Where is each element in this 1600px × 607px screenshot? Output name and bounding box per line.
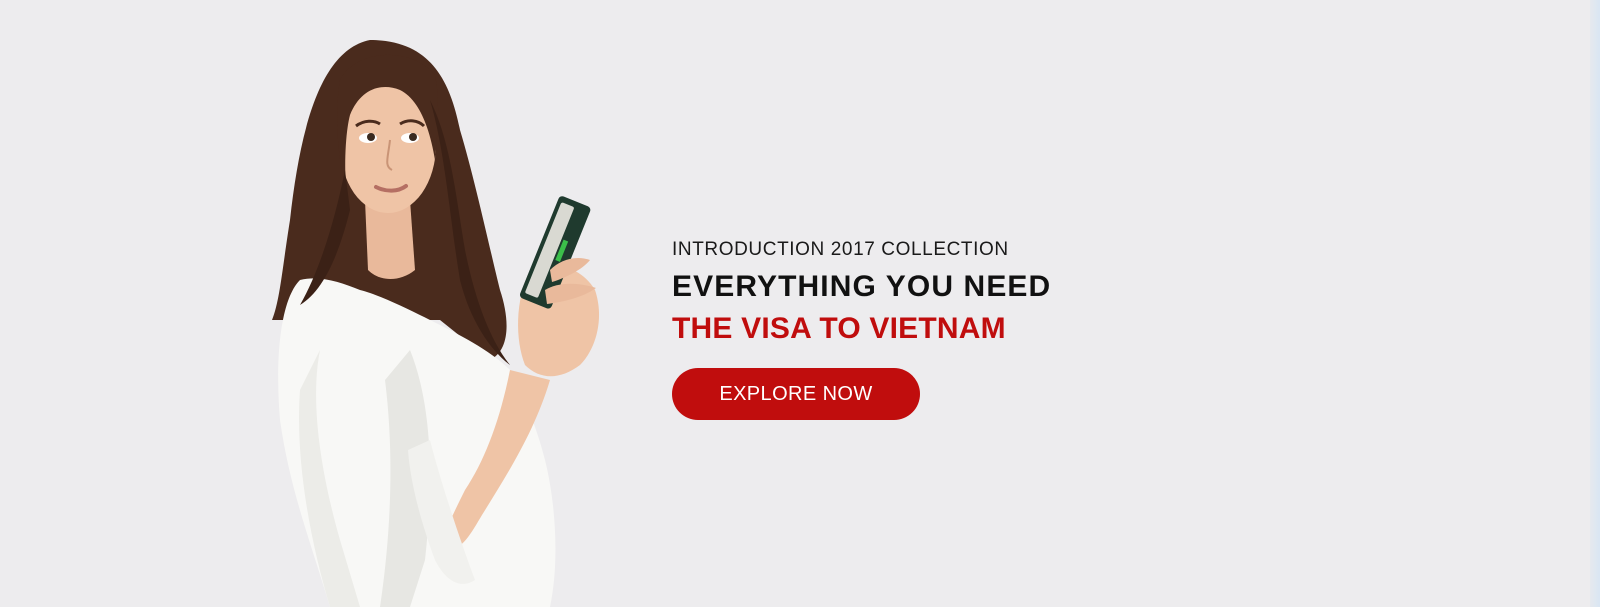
- headline: EVERYTHING YOU NEED: [672, 270, 1052, 303]
- hero-banner: INTRODUCTION 2017 COLLECTION EVERYTHING …: [0, 0, 1600, 607]
- intro-text: INTRODUCTION 2017 COLLECTION: [672, 239, 1009, 260]
- headline-highlight: THE VISA TO VIETNAM: [672, 312, 1006, 345]
- banner-text-block: INTRODUCTION 2017 COLLECTION EVERYTHING …: [672, 238, 1152, 420]
- right-edge-strip: [1590, 0, 1600, 607]
- explore-now-button[interactable]: EXPLORE NOW: [672, 368, 920, 420]
- woman-with-passport-image: [260, 20, 680, 607]
- woman-with-passport-illustration: [272, 40, 600, 607]
